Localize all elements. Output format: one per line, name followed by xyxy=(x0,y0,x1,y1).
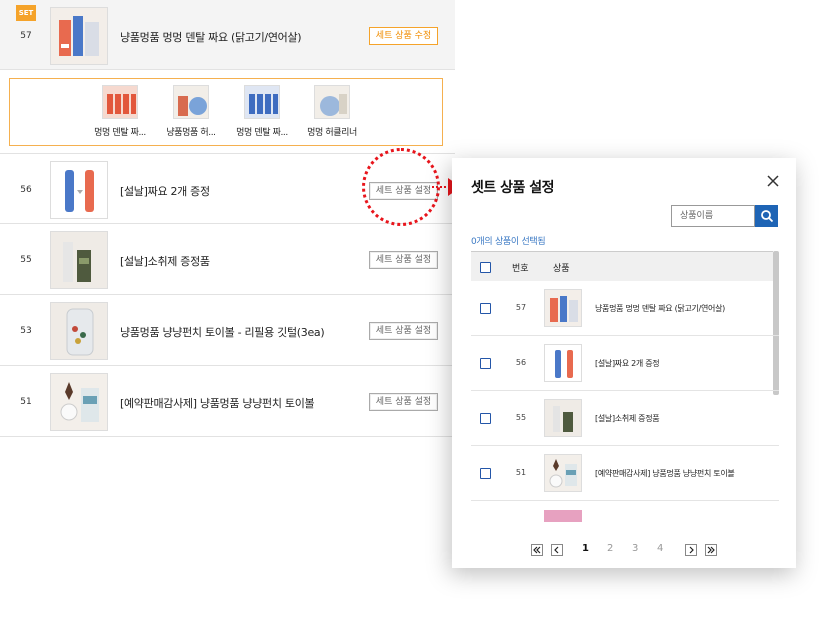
double-chevron-left-icon xyxy=(533,546,541,554)
chevron-right-icon xyxy=(689,546,694,554)
product-name[interactable]: [예약판매감사제] 냥품멍품 냥냥펀치 토이볼 xyxy=(120,395,315,411)
prev-page-button[interactable] xyxy=(551,544,563,556)
row-number: 55 xyxy=(20,255,32,265)
product-thumbnail xyxy=(544,454,582,492)
table-row: 55 [설날]소취제 증정품 세트 상품 설정 xyxy=(0,224,455,295)
row-checkbox[interactable] xyxy=(480,413,491,424)
set-product-modal: 셋트 상품 설정 0개의 상품이 선택됨 번호 상품 57 냥품멍품 멍멍 덴탈… xyxy=(452,158,796,568)
set-item-thumbnail xyxy=(314,85,350,119)
product-name[interactable]: 냥품멍품 냥냥펀치 토이볼 - 리필용 깃털(3ea) xyxy=(120,324,325,340)
row-checkbox[interactable] xyxy=(480,468,491,479)
set-items-box: 멍멍 덴탈 짜... 냥품멍품 허... 멍멍 덴탈 짜... 멍멍 허클리너 xyxy=(9,78,443,146)
set-product-button[interactable]: 세트 상품 설정 xyxy=(369,322,438,340)
row-number: 56 xyxy=(515,358,527,367)
search-icon xyxy=(761,210,774,223)
product-thumbnail xyxy=(544,344,582,382)
column-header-product: 상품 xyxy=(553,264,570,274)
page-3[interactable]: 3 xyxy=(632,543,638,554)
row-number: 53 xyxy=(20,326,32,336)
set-item-thumbnail xyxy=(102,85,138,119)
product-thumbnail[interactable] xyxy=(50,231,108,289)
table-row: 51 [예약판매감사제] 냥품멍품 냥냥펀치 토이볼 xyxy=(471,446,779,501)
set-item-label: 멍멍 덴탈 짜... xyxy=(94,128,146,138)
row-number: 57 xyxy=(20,31,32,41)
product-thumbnail xyxy=(544,399,582,437)
page-1[interactable]: 1 xyxy=(582,543,589,554)
last-page-button[interactable] xyxy=(705,544,717,556)
row-number: 51 xyxy=(20,397,32,407)
selected-count: 0개의 상품이 선택됨 xyxy=(471,237,546,247)
product-name: [예약판매감사제] 냥품멍품 냥냥펀치 토이볼 xyxy=(595,469,735,478)
row-number: 51 xyxy=(515,468,527,477)
row-checkbox[interactable] xyxy=(480,358,491,369)
set-item[interactable]: 멍멍 허클리너 xyxy=(296,85,368,138)
table-row: 51 [예약판매감사제] 냥품멍품 냥냥펀치 토이볼 세트 상품 설정 xyxy=(0,366,455,437)
search-input[interactable] xyxy=(671,205,755,227)
table-row: SET 57 냥품멍품 멍멍 덴탈 짜요 (닭고기/연어살) 세트 상품 수정 xyxy=(0,0,455,70)
set-item-label: 멍멍 허클리너 xyxy=(307,128,357,138)
set-item[interactable]: 냥품멍품 허... xyxy=(155,85,227,138)
product-name: [설날]짜요 2개 증정 xyxy=(595,359,660,368)
partial-thumbnail xyxy=(544,510,582,522)
set-item-label: 냥품멍품 허... xyxy=(166,128,216,138)
row-number: 57 xyxy=(515,303,527,312)
product-thumbnail[interactable] xyxy=(50,161,108,219)
close-icon[interactable] xyxy=(765,173,781,189)
product-name: 냥품멍품 멍멍 덴탈 짜요 (닭고기/연어살) xyxy=(595,304,725,313)
product-name[interactable]: [설날]짜요 2개 증정 xyxy=(120,183,210,199)
product-name[interactable]: 냥품멍품 멍멍 덴탈 짜요 (닭고기/연어살) xyxy=(120,29,302,45)
table-row: 55 [설날]소취제 증정품 xyxy=(471,391,779,446)
table-row: 53 냥품멍품 냥냥펀치 토이볼 - 리필용 깃털(3ea) 세트 상품 설정 xyxy=(0,295,455,366)
table-header: 번호 상품 xyxy=(471,251,773,281)
modal-title: 셋트 상품 설정 xyxy=(471,180,555,196)
product-thumbnail[interactable] xyxy=(50,302,108,360)
product-thumbnail xyxy=(544,289,582,327)
table-row: 57 냥품멍품 멍멍 덴탈 짜요 (닭고기/연어살) xyxy=(471,281,779,336)
product-thumbnail[interactable] xyxy=(50,7,108,65)
chevron-left-icon xyxy=(554,546,559,554)
edit-set-button[interactable]: 세트 상품 수정 xyxy=(369,27,438,45)
table-row: 56 [설날]짜요 2개 증정 xyxy=(471,336,779,391)
set-item-label: 멍멍 덴탈 짜... xyxy=(236,128,288,138)
row-checkbox[interactable] xyxy=(480,303,491,314)
set-product-button[interactable]: 세트 상품 설정 xyxy=(369,393,438,411)
product-name[interactable]: [설날]소취제 증정품 xyxy=(120,253,210,269)
column-header-number: 번호 xyxy=(512,264,529,274)
set-item-thumbnail xyxy=(173,85,209,119)
set-item[interactable]: 멍멍 덴탈 짜... xyxy=(84,85,156,138)
search-button[interactable] xyxy=(755,205,778,227)
highlight-circle xyxy=(362,148,440,226)
set-item-thumbnail xyxy=(244,85,280,119)
row-number: 56 xyxy=(20,185,32,195)
double-chevron-right-icon xyxy=(707,546,715,554)
product-name: [설날]소취제 증정품 xyxy=(595,414,660,423)
set-badge: SET xyxy=(16,5,36,21)
set-product-button[interactable]: 세트 상품 설정 xyxy=(369,251,438,269)
product-thumbnail[interactable] xyxy=(50,373,108,431)
next-page-button[interactable] xyxy=(685,544,697,556)
set-item[interactable]: 멍멍 덴탈 짜... xyxy=(226,85,298,138)
page-4[interactable]: 4 xyxy=(657,543,663,554)
first-page-button[interactable] xyxy=(531,544,543,556)
select-all-checkbox[interactable] xyxy=(480,262,491,273)
row-number: 55 xyxy=(515,413,527,422)
page-2[interactable]: 2 xyxy=(607,543,613,554)
